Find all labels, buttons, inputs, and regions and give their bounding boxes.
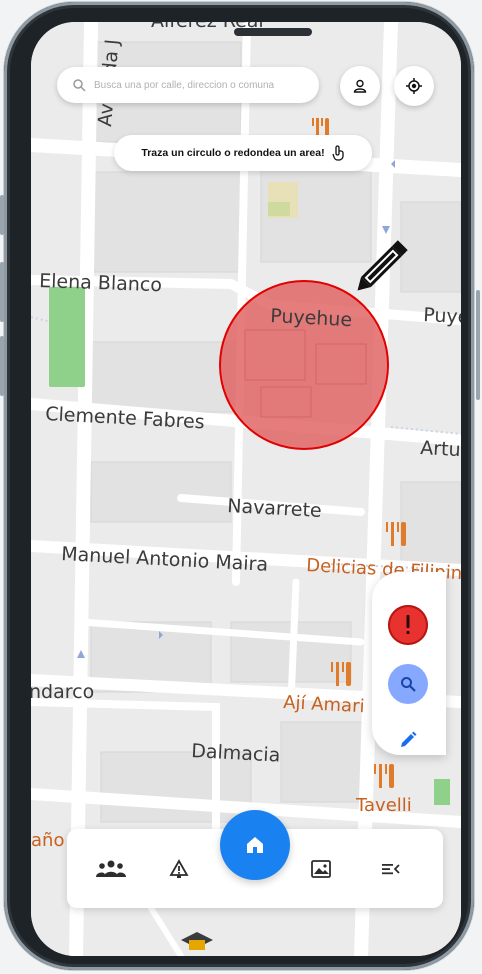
touch-icon bbox=[331, 145, 344, 161]
map-screen[interactable]: Alférez Real Avenida J Elena Blanco Puye… bbox=[31, 22, 461, 956]
menu-close-icon bbox=[382, 864, 400, 875]
street-label: Elena Blanco bbox=[39, 270, 162, 296]
phone-frame: Alférez Real Avenida J Elena Blanco Puye… bbox=[4, 2, 474, 970]
nav-alerts[interactable] bbox=[161, 854, 197, 884]
search-icon bbox=[73, 79, 86, 92]
camera-notch bbox=[234, 28, 312, 36]
street-label: Puye bbox=[423, 304, 461, 328]
pencil-icon bbox=[401, 731, 417, 747]
my-location-button[interactable] bbox=[394, 66, 434, 106]
exclamation-icon bbox=[406, 615, 410, 634]
poi-label: Tavelli bbox=[355, 795, 412, 816]
alert-triangle-icon bbox=[169, 859, 189, 878]
profile-button[interactable] bbox=[340, 66, 380, 106]
street-label: ndarco bbox=[31, 681, 94, 703]
volume-button bbox=[0, 336, 4, 396]
home-icon bbox=[247, 837, 263, 853]
nav-community[interactable] bbox=[93, 854, 129, 884]
search-area-button[interactable] bbox=[388, 664, 428, 704]
map-tools-panel bbox=[372, 572, 446, 755]
crosshair-icon bbox=[406, 78, 422, 94]
search-input[interactable] bbox=[94, 79, 319, 91]
street-label: Dalmacia bbox=[191, 740, 281, 767]
volume-button bbox=[0, 195, 4, 235]
street-label: Artu bbox=[420, 437, 461, 461]
draw-area-button[interactable] bbox=[388, 720, 428, 760]
home-button[interactable] bbox=[220, 810, 290, 880]
image-icon bbox=[311, 860, 331, 878]
person-icon bbox=[353, 79, 367, 93]
nav-gallery[interactable] bbox=[303, 854, 339, 884]
search-icon bbox=[401, 677, 416, 692]
report-alert-button[interactable] bbox=[388, 605, 428, 645]
street-label: Puyehue bbox=[270, 305, 353, 331]
search-bar[interactable] bbox=[57, 67, 319, 103]
draw-hint-text: Traza un circulo o redondea un area! bbox=[141, 147, 325, 159]
poi-label: Ají Amari bbox=[283, 692, 365, 717]
group-icon bbox=[96, 860, 126, 877]
poi-label: año bbox=[31, 830, 64, 851]
power-button bbox=[476, 290, 480, 400]
draw-hint: Traza un circulo o redondea un area! bbox=[114, 135, 372, 171]
nav-menu[interactable] bbox=[373, 854, 409, 884]
volume-button bbox=[0, 262, 4, 322]
